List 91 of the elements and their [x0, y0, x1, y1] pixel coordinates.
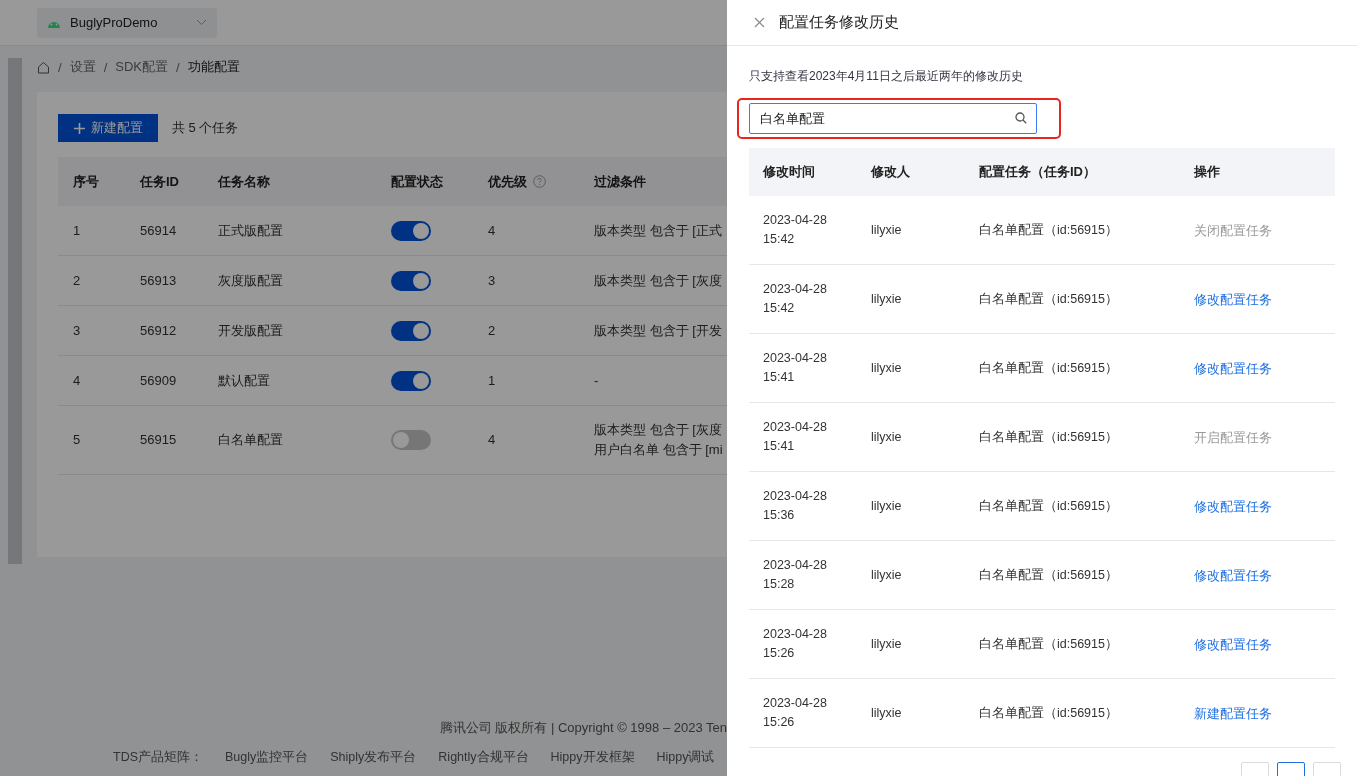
copyright-text: 腾讯公司 版权所有 | Copyright © 1998 – 2023 Ten — [439, 719, 727, 737]
table-cell-text: 4 — [487, 431, 497, 449]
footer-link[interactable]: Hippy调试 — [656, 749, 715, 766]
table-cell-text: 默认配置 — [217, 371, 271, 390]
drawer-title: 配置任务修改历史 — [779, 13, 899, 32]
action-link[interactable]: 修改配置任务 — [1194, 637, 1272, 652]
table-cell-text: 白名单配置（id:56915） — [978, 497, 1119, 515]
table-cell-text: 白名单配置（id:56915） — [978, 221, 1119, 239]
table-cell-text: 开发版配置 — [217, 321, 284, 340]
table-cell-text: 2023-04-28 15:36 — [762, 488, 828, 524]
footer-link[interactable]: Rightly合规平台 — [438, 749, 529, 766]
table-cell-text: 白名单配置（id:56915） — [978, 704, 1119, 722]
chevron-down-icon — [196, 19, 207, 26]
column-header: 任务名称 — [218, 172, 270, 191]
table-cell-text: 56909 — [139, 371, 178, 390]
table-cell-text: 5 — [72, 431, 82, 449]
breadcrumb-separator: / — [58, 59, 62, 75]
table-cell-text: 2023-04-28 15:26 — [762, 695, 828, 731]
matrix-label: TDS产品矩阵： — [113, 749, 203, 766]
table-cell-text: 白名单配置（id:56915） — [978, 635, 1119, 653]
table-cell-text: 白名单配置 — [217, 431, 284, 449]
column-header: 任务ID — [140, 172, 179, 191]
status-toggle[interactable] — [391, 320, 431, 341]
table-cell-text: lilyxie — [870, 428, 903, 446]
table-cell-text: 白名单配置（id:56915） — [978, 428, 1119, 446]
table-cell-text: 2023-04-28 15:41 — [762, 350, 828, 386]
table-cell-text: 2023-04-28 15:41 — [762, 419, 828, 455]
footer-link[interactable]: Hippy开发框架 — [550, 749, 635, 766]
home-icon[interactable] — [37, 60, 50, 74]
action-link[interactable]: 修改配置任务 — [1194, 292, 1272, 307]
table-cell-text: 2023-04-28 15:42 — [762, 212, 828, 248]
table-cell-text: 56915 — [139, 431, 178, 449]
table-cell-text: - — [593, 371, 600, 390]
column-header: 配置任务（任务ID） — [978, 163, 1097, 181]
table-cell-text: 正式版配置 — [217, 221, 284, 240]
status-toggle[interactable] — [391, 270, 431, 291]
table-cell-text: 3 — [487, 271, 497, 290]
table-cell-text: 2 — [487, 321, 497, 340]
table-cell-text: 1 — [487, 371, 497, 390]
column-header: 过滤条件 — [594, 172, 646, 191]
action-link[interactable]: 修改配置任务 — [1194, 499, 1272, 514]
table-cell-text: lilyxie — [870, 566, 903, 584]
breadcrumb-separator: / — [103, 59, 108, 75]
app-select[interactable]: BuglyProDemo — [37, 7, 217, 38]
column-header: 修改人 — [869, 163, 911, 181]
table-cell-text: lilyxie — [870, 704, 903, 722]
task-count: 共 5 个任务 — [172, 119, 239, 137]
table-cell-text: 56913 — [139, 271, 178, 290]
breadcrumb-item[interactable]: 功能配置 — [187, 58, 240, 76]
table-cell-text: 56914 — [139, 221, 178, 240]
breadcrumb-item[interactable]: SDK配置 — [115, 58, 168, 76]
action-link[interactable]: 修改配置任务 — [1194, 568, 1272, 583]
column-header: 优先级 — [488, 172, 527, 191]
footer-link[interactable]: Shiply发布平台 — [330, 749, 417, 766]
footer-link[interactable]: Bugly监控平台 — [225, 749, 309, 766]
table-cell-text: 白名单配置（id:56915） — [978, 290, 1119, 308]
history-note: 只支持查看2023年4月11日之后最近两年的修改历史 — [749, 68, 1024, 85]
status-toggle[interactable] — [391, 370, 431, 391]
table-cell-text: 2023-04-28 15:26 — [762, 626, 828, 662]
table-cell-text: 1 — [72, 221, 82, 240]
action-link[interactable]: 修改配置任务 — [1194, 361, 1272, 376]
new-config-button[interactable]: 新建配置 — [58, 114, 158, 142]
table-cell-text: 白名单配置（id:56915） — [978, 566, 1119, 584]
table-cell-text: lilyxie — [870, 497, 903, 515]
breadcrumb-separator: / — [176, 59, 180, 75]
column-header: 操作 — [1193, 163, 1221, 181]
scrollbar[interactable] — [8, 58, 22, 564]
breadcrumb-item[interactable]: 设置 — [69, 58, 96, 76]
table-cell-text: 白名单配置（id:56915） — [978, 359, 1119, 377]
table-cell-text: lilyxie — [870, 359, 903, 377]
status-toggle[interactable] — [391, 430, 431, 450]
search-field[interactable]: 白名单配置 — [749, 103, 1037, 134]
table-cell-text: 3 — [72, 321, 82, 340]
search-icon[interactable] — [1015, 112, 1027, 124]
table-cell-text: 56912 — [139, 321, 178, 340]
table-cell-text: 灰度版配置 — [217, 271, 284, 290]
column-header: 配置状态 — [391, 172, 443, 191]
status-toggle[interactable] — [391, 220, 431, 241]
action-link[interactable]: 新建配置任务 — [1194, 706, 1272, 721]
table-cell-text: lilyxie — [870, 290, 903, 308]
table-cell-text: 4 — [72, 371, 82, 390]
close-icon[interactable] — [754, 17, 765, 28]
table-cell-text: 2023-04-28 15:42 — [762, 281, 828, 317]
column-header: 修改时间 — [761, 163, 816, 181]
table-cell-text: lilyxie — [870, 221, 903, 239]
table-cell-text: 2 — [72, 271, 82, 290]
plus-icon — [73, 122, 85, 134]
table-cell-text: 2023-04-28 15:28 — [762, 557, 828, 593]
table-cell-text: lilyxie — [870, 635, 903, 653]
column-header: 序号 — [73, 172, 99, 191]
table-cell-text: 4 — [487, 221, 497, 240]
